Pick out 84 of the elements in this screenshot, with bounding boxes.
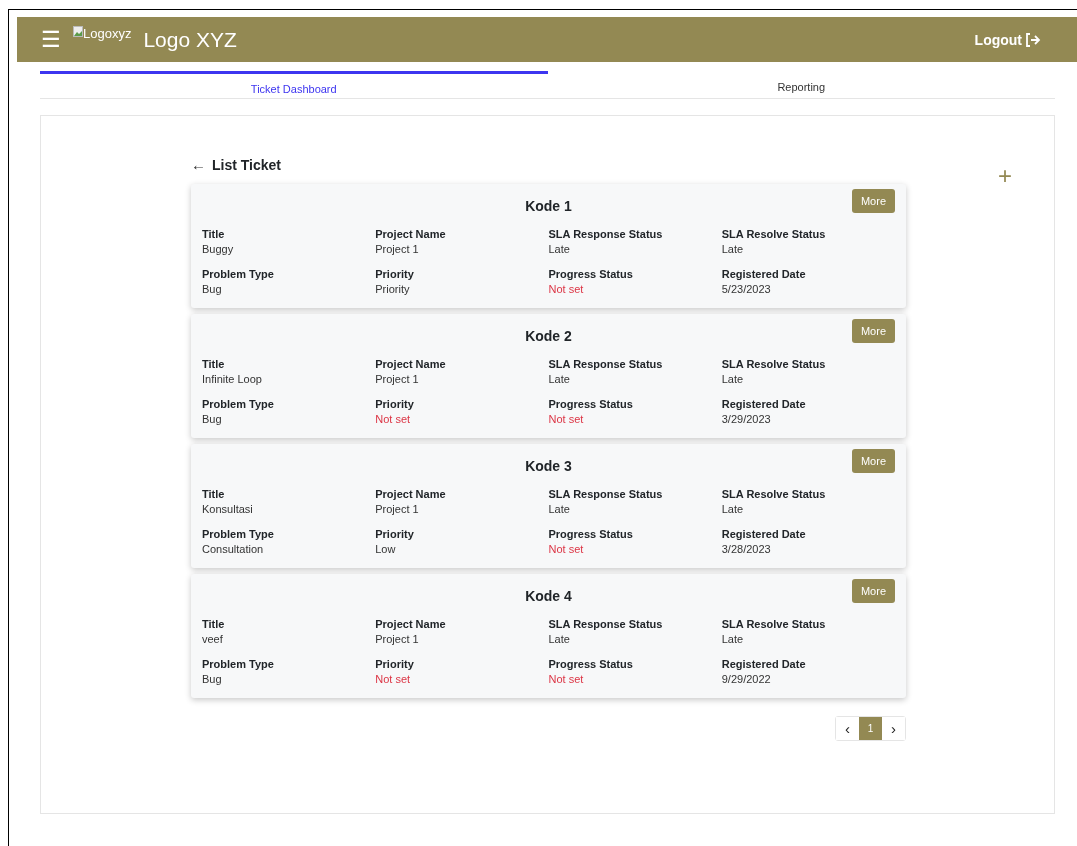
field-value: Konsultasi <box>202 503 254 515</box>
field-label: Registered Date <box>721 398 807 410</box>
field-value: Bug <box>202 413 223 425</box>
tab[interactable]: Reporting <box>547 71 1055 98</box>
field-value: Project 1 <box>375 633 420 645</box>
broken-image-icon <box>73 26 83 37</box>
field-value: Bug <box>202 673 223 685</box>
field-value: Not set <box>548 673 585 685</box>
field-value: Late <box>548 503 571 515</box>
field-value: Project 1 <box>375 373 420 385</box>
field-label: Registered Date <box>721 268 807 280</box>
field-value: Infinite Loop <box>202 373 263 385</box>
add-button[interactable]: + <box>998 164 1012 188</box>
field-value: veef <box>202 633 224 645</box>
field-label: Progress Status <box>548 268 634 280</box>
field-label: SLA Response Status <box>548 358 664 370</box>
field-label: Progress Status <box>548 528 634 540</box>
field-value: Not set <box>548 413 585 425</box>
field-value: Late <box>548 373 571 385</box>
field-label: Title <box>202 488 226 500</box>
field-label: SLA Resolve Status <box>721 488 827 500</box>
field-value: 3/29/2023 <box>721 413 772 425</box>
ticket-code: Kode 3 <box>525 458 572 474</box>
logout-icon <box>1025 32 1041 47</box>
field-label: SLA Resolve Status <box>721 618 827 630</box>
field-value: Consultation <box>202 543 265 555</box>
field-value: Not set <box>548 543 585 555</box>
field-value: Late <box>721 503 745 515</box>
field-label: Project Name <box>375 618 447 630</box>
tab[interactable]: Ticket Dashboard <box>40 71 548 98</box>
brand-name: Logo XYZ <box>143 27 237 52</box>
field-value: Low <box>375 543 397 555</box>
field-value: Late <box>721 633 745 645</box>
field-value: Late <box>548 243 571 255</box>
more-button[interactable]: More <box>851 189 895 213</box>
field-label: Title <box>202 228 226 240</box>
field-label: SLA Response Status <box>548 228 664 240</box>
more-button[interactable]: More <box>851 579 895 603</box>
field-label: SLA Resolve Status <box>721 228 827 240</box>
field-label: Problem Type <box>202 528 275 540</box>
field-label: Problem Type <box>202 268 275 280</box>
field-label: Registered Date <box>721 658 807 670</box>
back-button[interactable]: ← <box>191 156 206 173</box>
field-value: Late <box>548 633 571 645</box>
field-label: SLA Response Status <box>548 488 664 500</box>
field-label: Progress Status <box>548 398 634 410</box>
ticket-code: Kode 2 <box>525 328 572 344</box>
page-button[interactable]: 1 <box>859 717 882 740</box>
logo-alt-text: Logoxyz <box>83 26 132 41</box>
field-label: Priority <box>375 268 415 280</box>
field-label: Problem Type <box>202 398 275 410</box>
field-value: Late <box>721 373 745 385</box>
field-label: Priority <box>375 398 415 410</box>
field-label: SLA Response Status <box>548 618 664 630</box>
field-label: SLA Resolve Status <box>721 358 827 370</box>
field-label: Problem Type <box>202 658 275 670</box>
list-title: List Ticket <box>212 156 281 173</box>
menu-icon[interactable]: ☰ <box>41 28 61 51</box>
field-label: Progress Status <box>548 658 634 670</box>
field-label: Project Name <box>375 488 447 500</box>
field-value: Bug <box>202 283 223 295</box>
field-value: Project 1 <box>375 243 420 255</box>
field-value: Late <box>721 243 745 255</box>
field-value: Not set <box>375 413 412 425</box>
field-value: Not set <box>375 673 412 685</box>
field-label: Priority <box>375 658 415 670</box>
field-value: 5/23/2023 <box>721 283 772 295</box>
field-label: Priority <box>375 528 415 540</box>
field-label: Title <box>202 358 226 370</box>
field-value: 9/29/2022 <box>721 673 772 685</box>
field-label: Title <box>202 618 226 630</box>
ticket-code: Kode 4 <box>525 588 572 604</box>
field-value: 3/28/2023 <box>721 543 772 555</box>
field-label: Project Name <box>375 358 447 370</box>
more-button[interactable]: More <box>851 449 895 473</box>
field-value: Buggy <box>202 243 235 255</box>
field-label: Registered Date <box>721 528 807 540</box>
logout-button[interactable]: Logout <box>974 31 1041 48</box>
field-label: Project Name <box>375 228 447 240</box>
field-value: Project 1 <box>375 503 420 515</box>
field-value: Priority <box>375 283 411 295</box>
field-value: Not set <box>548 283 585 295</box>
more-button[interactable]: More <box>851 319 895 343</box>
ticket-code: Kode 1 <box>525 198 572 214</box>
